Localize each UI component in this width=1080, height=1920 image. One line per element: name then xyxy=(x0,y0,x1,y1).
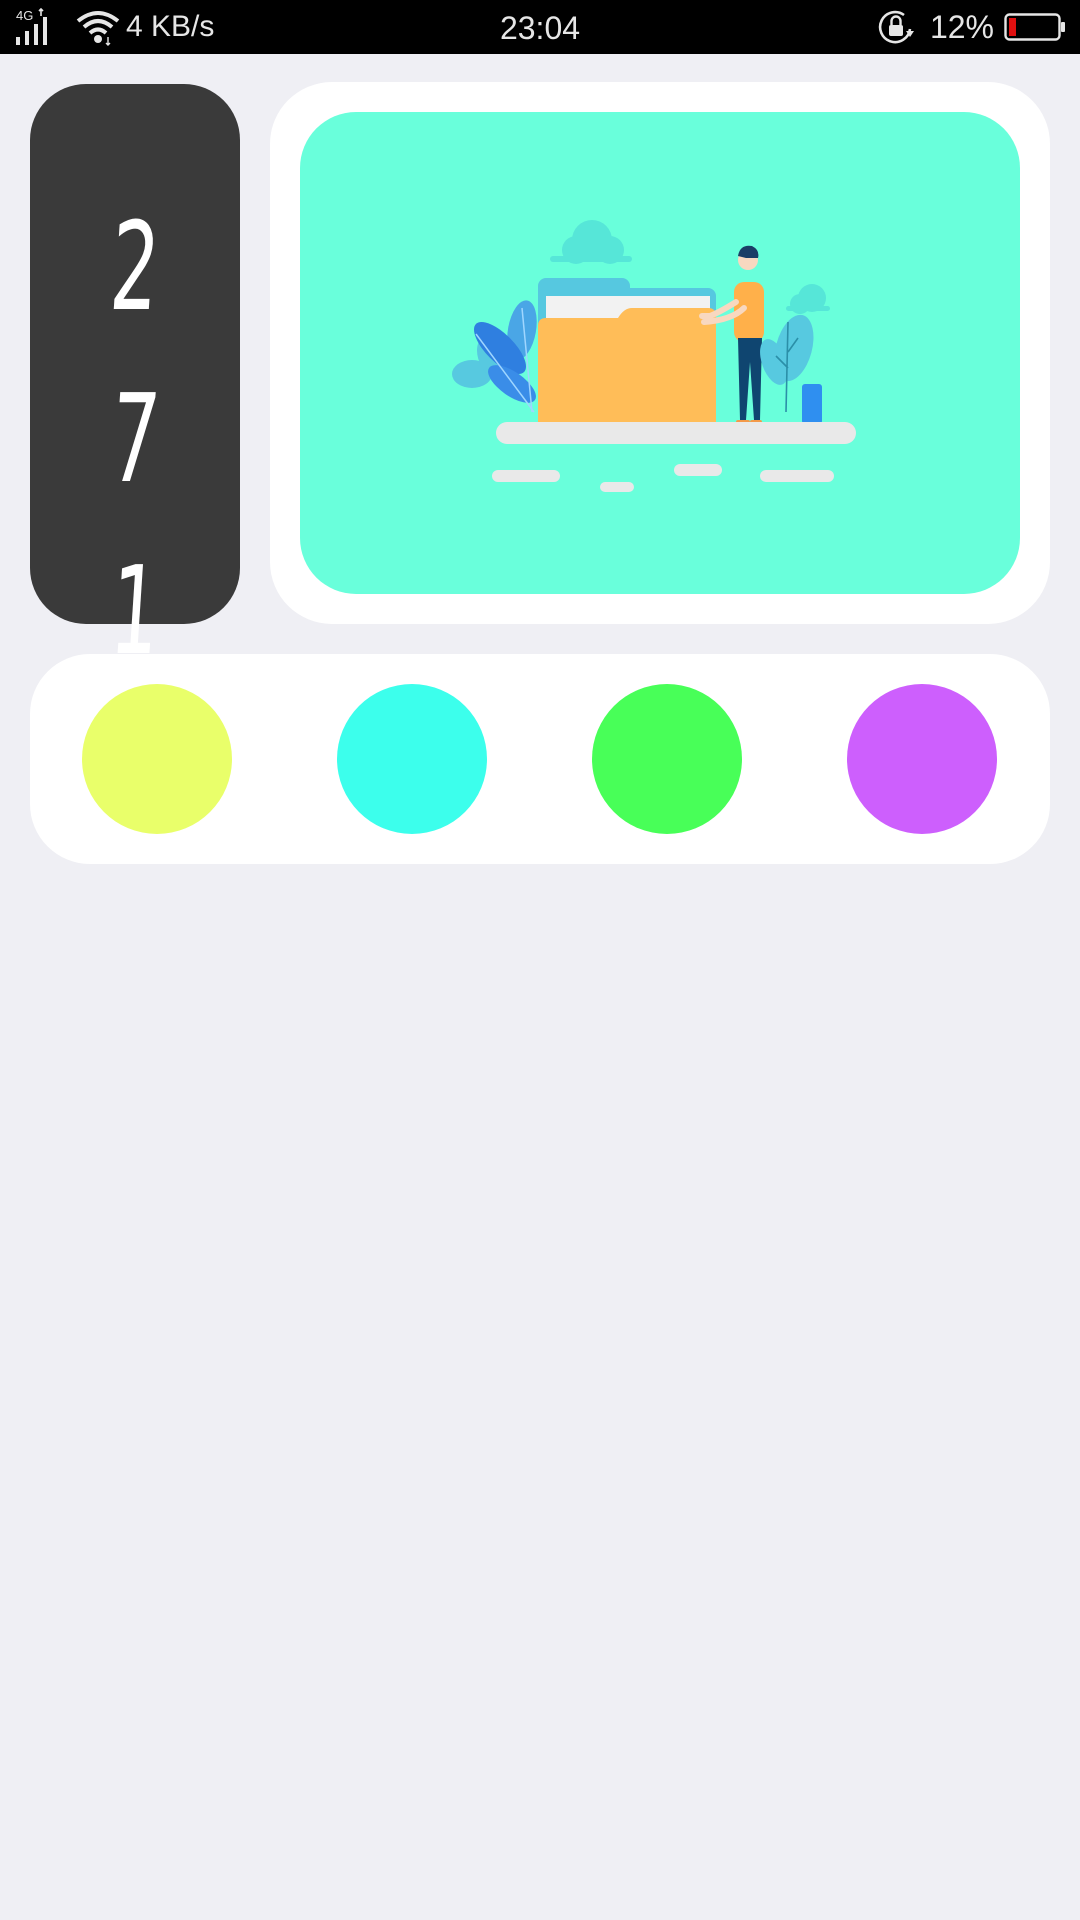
battery-icon xyxy=(1004,13,1066,41)
status-bar-right: 12% xyxy=(876,0,1066,54)
color-swatch-purple[interactable] xyxy=(847,684,997,834)
status-bar-left: 4G 4 KB/s xyxy=(14,0,214,54)
counter-digit: 7 xyxy=(106,368,164,510)
battery-percent: 12% xyxy=(929,8,994,45)
illustration-panel xyxy=(300,112,1020,594)
color-swatches-card xyxy=(30,654,1050,864)
wifi-icon xyxy=(76,7,120,47)
color-swatch-green[interactable] xyxy=(592,684,742,834)
network-speed: 4 KB/s xyxy=(126,10,215,43)
color-swatch-cyan[interactable] xyxy=(337,684,487,834)
counter-digit: 2 xyxy=(106,196,164,338)
folder-person-illustration xyxy=(452,220,856,492)
rotation-lock-icon xyxy=(876,7,916,47)
illustration-card[interactable] xyxy=(270,82,1050,624)
status-bar: 4G 4 KB/s 23:04 12% xyxy=(0,0,1080,54)
signal-icon: 4G xyxy=(14,7,58,47)
color-swatch-yellow[interactable] xyxy=(82,684,232,834)
counter-card[interactable]: 2 7 1 xyxy=(30,84,240,682)
